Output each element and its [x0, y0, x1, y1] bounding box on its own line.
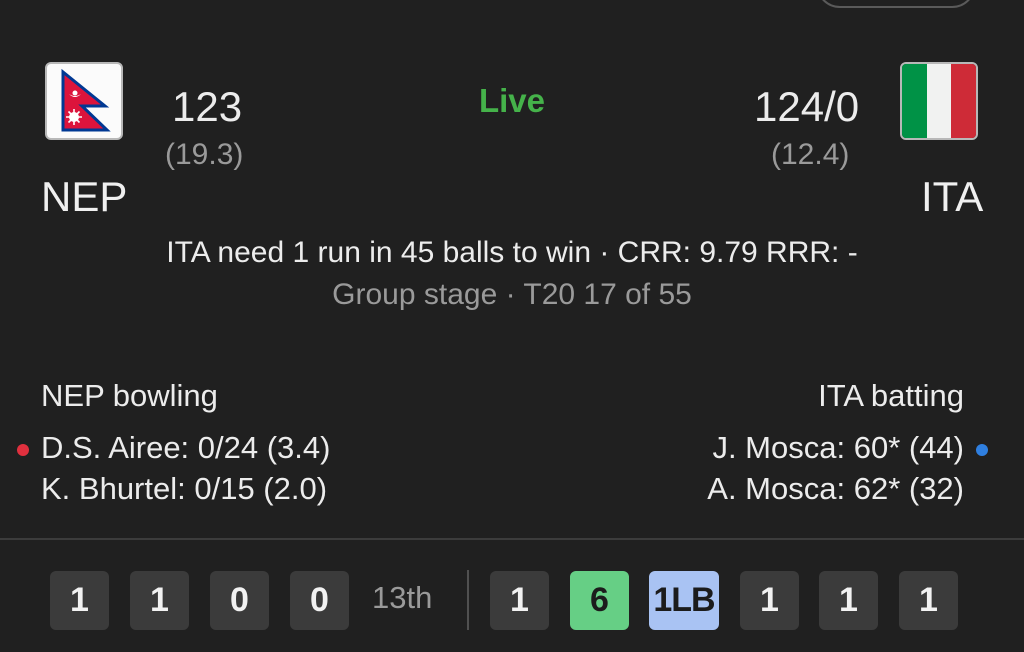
away-overs: (12.4): [771, 138, 850, 171]
ball-chip: 1: [50, 571, 109, 630]
home-overs: (19.3): [165, 138, 244, 171]
active-bowler-indicator-icon: [17, 444, 29, 456]
ball-chip: 1: [819, 571, 878, 630]
batter-row: A. Mosca: 62* (32): [707, 471, 964, 506]
bowler-row: K. Bhurtel: 0/15 (2.0): [41, 471, 328, 506]
section-divider: [0, 538, 1024, 540]
away-team-code: ITA: [921, 173, 984, 220]
bowler-row: D.S. Airee: 0/24 (3.4): [41, 430, 331, 465]
nepal-flag-icon: [45, 62, 123, 140]
ball-chip: 0: [290, 571, 349, 630]
home-team-code: NEP: [41, 173, 128, 220]
ball-chip-legbye: 1LB: [649, 571, 719, 630]
batter-row: J. Mosca: 60* (44): [712, 430, 964, 465]
on-strike-indicator-icon: [976, 444, 988, 456]
italy-flag-icon: [900, 62, 978, 140]
match-summary: ITA need 1 run in 45 balls to win · CRR:…: [166, 236, 858, 269]
match-stage: Group stage · T20 17 of 55: [332, 278, 692, 311]
bowling-title: NEP bowling: [41, 378, 218, 413]
top-pill-button[interactable]: [816, 0, 976, 8]
away-score: 124/0: [754, 83, 860, 130]
ball-chip-six: 6: [570, 571, 629, 630]
live-status-badge: Live: [478, 82, 546, 119]
batting-title: ITA batting: [818, 378, 964, 413]
ball-chip: 1: [899, 571, 958, 630]
over-separator: [467, 570, 469, 630]
ball-chip: 0: [210, 571, 269, 630]
ball-chip: 1: [740, 571, 799, 630]
over-label: 13th: [372, 580, 433, 615]
ball-chip: 1: [490, 571, 549, 630]
ball-chip: 1: [130, 571, 189, 630]
home-score: 123: [172, 83, 243, 130]
match-card[interactable]: 123 (19.3) NEP Live 124/0 (12.4) ITA ITA…: [0, 0, 1024, 652]
